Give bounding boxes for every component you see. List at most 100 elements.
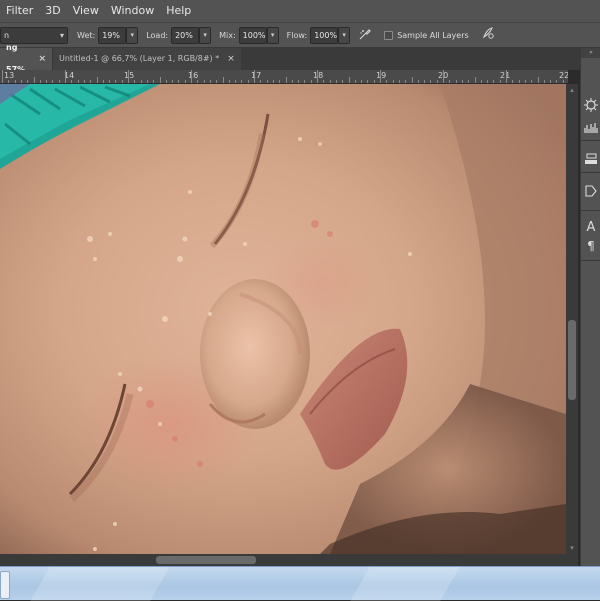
horizontal-scrollbar[interactable] [0, 554, 578, 566]
panel-separator [581, 140, 600, 141]
load-label: Load: [146, 30, 169, 40]
ruler-tick [556, 80, 558, 83]
ruler-tick [342, 80, 344, 83]
ruler-tick [134, 80, 136, 83]
pressure-pen-icon[interactable] [481, 26, 495, 44]
ruler-tick [52, 80, 54, 83]
menu-3d[interactable]: 3D [39, 0, 66, 22]
color-wheel-svg [584, 98, 598, 112]
menu-view[interactable]: View [67, 0, 105, 22]
ruler-tick [386, 80, 388, 83]
os-taskbar [0, 566, 600, 601]
sample-all-layers-label: Sample All Layers [397, 30, 469, 40]
ruler-tick [235, 80, 237, 83]
ruler-tick [184, 80, 186, 83]
ruler-tick [71, 80, 73, 83]
histogram-svg [584, 123, 598, 133]
color-wheel-icon[interactable] [583, 98, 599, 114]
menu-window[interactable]: Window [105, 0, 160, 22]
adjustments-svg [585, 153, 597, 164]
panel-separator [581, 210, 600, 211]
ruler-tick [146, 80, 148, 83]
airbrush-icon[interactable] [358, 27, 372, 44]
ruler-tick [8, 80, 10, 83]
horizontal-ruler[interactable]: 13 14 15 16 17 18 19 20 21 22 [0, 70, 568, 84]
ruler-tick [266, 80, 268, 83]
ruler-tick [172, 80, 174, 83]
ruler-tick [417, 80, 419, 83]
close-icon[interactable]: × [38, 48, 46, 70]
menu-filter[interactable]: Filter [0, 0, 39, 22]
paths-icon[interactable] [583, 184, 599, 200]
chevron-down-icon[interactable]: ▾ [199, 26, 212, 44]
ruler-label: 22 [559, 71, 568, 80]
mix-label: Mix: [219, 30, 236, 40]
ruler-tick [361, 80, 363, 83]
ruler-tick [512, 80, 514, 83]
horizontal-scroll-thumb[interactable] [156, 556, 256, 564]
vertical-scroll-thumb[interactable] [568, 320, 576, 400]
ruler-tick [562, 80, 564, 83]
ruler-tick [46, 80, 48, 83]
ruler-tick [518, 80, 520, 83]
ruler-tick [272, 80, 274, 83]
ruler-tick [115, 80, 117, 83]
scroll-down-icon[interactable]: ▾ [568, 544, 576, 552]
ruler-label: 19 [376, 71, 387, 80]
ruler-label: 13 [4, 71, 15, 80]
document-canvas[interactable] [0, 84, 566, 554]
ruler-tick [405, 80, 407, 83]
chevron-down-icon[interactable]: ▾ [266, 26, 279, 44]
taskbar-button[interactable] [0, 571, 10, 599]
ruler-tick [102, 80, 104, 83]
ruler-tick [380, 70, 381, 83]
flow-value: 100% [314, 30, 338, 40]
sample-all-layers-checkbox[interactable] [384, 30, 394, 40]
ruler-tick [33, 77, 35, 83]
ruler-tick [279, 80, 281, 83]
histogram-icon[interactable] [583, 120, 599, 136]
ruler-tick [499, 80, 501, 83]
ruler-tick [531, 80, 533, 83]
ruler-tick [455, 80, 457, 83]
menu-help[interactable]: Help [160, 0, 197, 22]
ruler-label: 15 [124, 71, 135, 80]
collapse-panels-icon[interactable]: « [581, 48, 600, 58]
close-icon[interactable]: × [227, 48, 235, 70]
mix-value: 100% [242, 30, 266, 40]
wet-value: 19% [102, 30, 120, 40]
document-tabs: ng 57% × Untitled-1 @ 66,7% (Layer 1, RG… [0, 43, 580, 74]
ruler-tick [83, 80, 85, 83]
ruler-tick [247, 80, 249, 83]
ruler-tick [90, 80, 92, 83]
ruler-tick [537, 77, 539, 83]
ruler-tick [298, 80, 300, 83]
character-icon[interactable]: A [583, 220, 599, 236]
vertical-scrollbar[interactable]: ▴ ▾ [566, 84, 578, 554]
flow-field[interactable]: 100% ▾ [310, 26, 351, 44]
chevron-down-icon[interactable]: ▾ [126, 26, 139, 44]
ruler-tick [65, 70, 66, 83]
tool-options-bar: n ▾ Wet: 19% ▾ Load: 20% ▾ Mix: 100% ▾ F… [0, 22, 600, 48]
load-value: 20% [175, 30, 193, 40]
ruler-tick [216, 80, 218, 83]
ruler-tick [77, 80, 79, 83]
ruler-tick [58, 80, 60, 83]
load-field[interactable]: 20% ▾ [171, 26, 212, 44]
ruler-tick [323, 80, 325, 83]
adjustments-icon[interactable] [583, 152, 599, 168]
scroll-up-icon[interactable]: ▴ [568, 86, 576, 94]
ruler-tick [222, 77, 224, 83]
ruler-tick [474, 77, 476, 83]
flow-label: Flow: [286, 30, 308, 40]
chevron-down-icon[interactable]: ▾ [338, 26, 351, 44]
paragraph-icon[interactable]: ¶ [583, 238, 599, 254]
ruler-label: 16 [188, 71, 199, 80]
photo-baby-face [0, 84, 566, 554]
mix-field[interactable]: 100% ▾ [238, 26, 279, 44]
tab-current-document[interactable]: ng 57% × [0, 43, 52, 74]
wet-field[interactable]: 19% ▾ [98, 26, 139, 44]
tab-untitled-1[interactable]: Untitled-1 @ 66,7% (Layer 1, RGB/8#) * × [53, 48, 241, 70]
ruler-tick [449, 80, 451, 83]
ruler-tick [524, 80, 526, 83]
